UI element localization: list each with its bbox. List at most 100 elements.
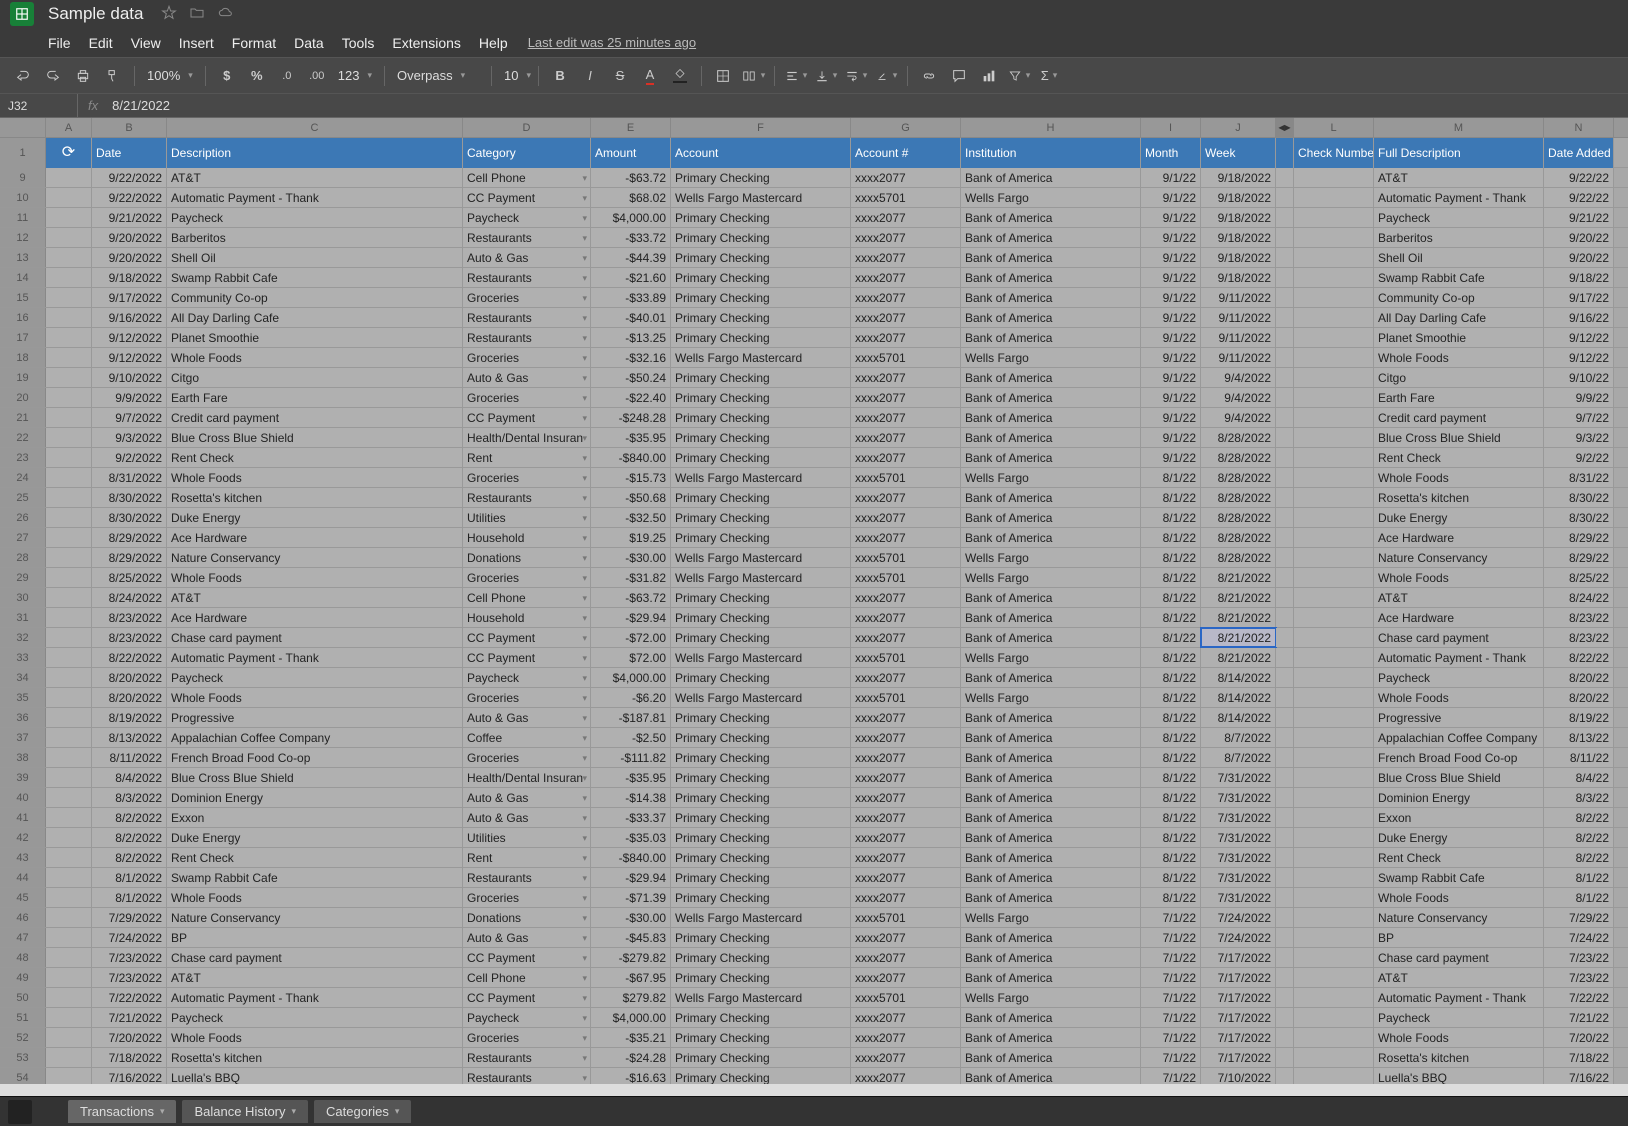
cell-month[interactable]: 7/1/22 [1141, 948, 1201, 967]
cell-collapsed[interactable] [1276, 188, 1294, 207]
cell-account[interactable]: Wells Fargo Mastercard [671, 988, 851, 1007]
cell-full-description[interactable]: Barberitos [1374, 228, 1544, 247]
cell-date-added[interactable]: 8/4/22 [1544, 768, 1614, 787]
cell-full-description[interactable]: All Day Darling Cafe [1374, 308, 1544, 327]
cell-amount[interactable]: -$2.50 [591, 728, 671, 747]
add-sheet-icon[interactable] [8, 1100, 32, 1124]
row-header[interactable]: 33 [0, 648, 46, 667]
menu-data[interactable]: Data [286, 31, 332, 55]
cell-date[interactable]: 8/19/2022 [92, 708, 167, 727]
cell-check-number[interactable] [1294, 1028, 1374, 1047]
cell-account[interactable]: Primary Checking [671, 428, 851, 447]
cell-category[interactable]: Rent [463, 448, 591, 467]
cell-description[interactable]: Community Co-op [167, 288, 463, 307]
cell-account-num[interactable]: xxxx2077 [851, 768, 961, 787]
cell-amount[interactable]: -$30.00 [591, 548, 671, 567]
cell-week[interactable]: 9/11/2022 [1201, 308, 1276, 327]
cell-description[interactable]: Luella's BBQ [167, 1068, 463, 1084]
cell[interactable] [46, 428, 92, 447]
cell-collapsed[interactable] [1276, 208, 1294, 227]
fill-color-icon[interactable] [667, 63, 693, 89]
cell-account[interactable]: Wells Fargo Mastercard [671, 568, 851, 587]
row-header[interactable]: 1 [0, 138, 46, 168]
header-amount[interactable]: Amount [591, 138, 671, 168]
cell-date-added[interactable]: 9/10/22 [1544, 368, 1614, 387]
cell-date[interactable]: 7/29/2022 [92, 908, 167, 927]
cell[interactable] [46, 808, 92, 827]
cell-date-added[interactable]: 7/16/22 [1544, 1068, 1614, 1084]
cell-full-description[interactable]: Duke Energy [1374, 508, 1544, 527]
cell-amount[interactable]: -$50.24 [591, 368, 671, 387]
cell-check-number[interactable] [1294, 648, 1374, 667]
all-sheets-icon[interactable] [38, 1100, 62, 1124]
cell-collapsed[interactable] [1276, 428, 1294, 447]
cell-full-description[interactable]: Ace Hardware [1374, 528, 1544, 547]
cell-date-added[interactable]: 7/21/22 [1544, 1008, 1614, 1027]
cell-category[interactable]: Cell Phone [463, 588, 591, 607]
cell-amount[interactable]: -$187.81 [591, 708, 671, 727]
cell-account[interactable]: Primary Checking [671, 588, 851, 607]
cell-account[interactable]: Primary Checking [671, 608, 851, 627]
cell-month[interactable]: 9/1/22 [1141, 188, 1201, 207]
cell-week[interactable]: 9/18/2022 [1201, 188, 1276, 207]
cell-account[interactable]: Wells Fargo Mastercard [671, 908, 851, 927]
cell-collapsed[interactable] [1276, 368, 1294, 387]
cell-date[interactable]: 7/23/2022 [92, 968, 167, 987]
cell-collapsed[interactable] [1276, 1008, 1294, 1027]
cell[interactable] [46, 788, 92, 807]
cell-month[interactable]: 8/1/22 [1141, 828, 1201, 847]
cell-full-description[interactable]: Progressive [1374, 708, 1544, 727]
cell-check-number[interactable] [1294, 188, 1374, 207]
cell-category[interactable]: Health/Dental Insuran [463, 768, 591, 787]
cell-week[interactable]: 7/31/2022 [1201, 808, 1276, 827]
cell-full-description[interactable]: Dominion Energy [1374, 788, 1544, 807]
cell-account-num[interactable]: xxxx2077 [851, 608, 961, 627]
cell-collapsed[interactable] [1276, 488, 1294, 507]
cell-full-description[interactable]: Nature Conservancy [1374, 908, 1544, 927]
col-header-M[interactable]: M [1374, 118, 1544, 137]
cell-account-num[interactable]: xxxx2077 [851, 268, 961, 287]
text-wrap-icon[interactable] [843, 63, 869, 89]
cell-month[interactable]: 8/1/22 [1141, 548, 1201, 567]
cell-month[interactable]: 7/1/22 [1141, 928, 1201, 947]
cell-date[interactable]: 8/20/2022 [92, 688, 167, 707]
cell-collapsed[interactable] [1276, 828, 1294, 847]
cell-description[interactable]: Nature Conservancy [167, 548, 463, 567]
cell-collapsed[interactable] [1276, 868, 1294, 887]
cell-check-number[interactable] [1294, 208, 1374, 227]
cell-month[interactable]: 7/1/22 [1141, 1008, 1201, 1027]
cell-check-number[interactable] [1294, 368, 1374, 387]
cell-institution[interactable]: Wells Fargo [961, 908, 1141, 927]
cell-amount[interactable]: $279.82 [591, 988, 671, 1007]
cell-amount[interactable]: -$30.00 [591, 908, 671, 927]
cell-institution[interactable]: Bank of America [961, 588, 1141, 607]
row-header[interactable]: 21 [0, 408, 46, 427]
cell-collapsed[interactable] [1276, 948, 1294, 967]
row-header[interactable]: 37 [0, 728, 46, 747]
cell-collapsed[interactable] [1276, 548, 1294, 567]
row-header[interactable]: 32 [0, 628, 46, 647]
row-header[interactable]: 30 [0, 588, 46, 607]
cell-institution[interactable]: Bank of America [961, 948, 1141, 967]
cell-month[interactable]: 8/1/22 [1141, 648, 1201, 667]
cell-week[interactable]: 8/28/2022 [1201, 488, 1276, 507]
cell-date-added[interactable]: 8/11/22 [1544, 748, 1614, 767]
cell-description[interactable]: Appalachian Coffee Company [167, 728, 463, 747]
cell[interactable] [46, 708, 92, 727]
cell-account-num[interactable]: xxxx2077 [851, 248, 961, 267]
cell[interactable] [46, 228, 92, 247]
cell-category[interactable]: CC Payment [463, 988, 591, 1007]
cell-institution[interactable]: Bank of America [961, 168, 1141, 187]
cell-collapsed[interactable] [1276, 248, 1294, 267]
cell-institution[interactable]: Wells Fargo [961, 188, 1141, 207]
cell-date[interactable]: 8/2/2022 [92, 848, 167, 867]
cell-check-number[interactable] [1294, 968, 1374, 987]
cell-date-added[interactable]: 9/12/22 [1544, 348, 1614, 367]
cell-description[interactable]: Duke Energy [167, 508, 463, 527]
cell[interactable] [46, 488, 92, 507]
number-format-selector[interactable]: 123 [334, 66, 376, 85]
cell-institution[interactable]: Bank of America [961, 328, 1141, 347]
cell-date[interactable]: 8/2/2022 [92, 828, 167, 847]
cell-account[interactable]: Wells Fargo Mastercard [671, 648, 851, 667]
row-header[interactable]: 29 [0, 568, 46, 587]
